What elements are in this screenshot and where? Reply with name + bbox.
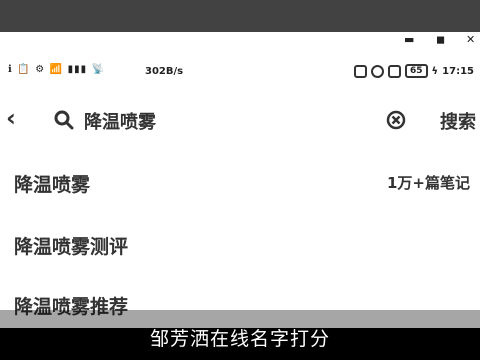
- suggestion-item[interactable]: 降温喷雾: [14, 170, 90, 197]
- alarm-icon: [371, 64, 385, 78]
- status-right: 65 ϟ 17:15: [354, 64, 474, 78]
- back-icon[interactable]: ‹: [6, 106, 16, 130]
- close-icon[interactable]: ✕: [466, 34, 475, 46]
- suggestion-note-count: 1万+篇笔记: [386, 174, 470, 192]
- vibrate-icon: [388, 64, 402, 78]
- window-controls: ▬ ◼ ✕: [0, 32, 480, 50]
- search-button[interactable]: 搜索: [440, 108, 476, 134]
- video-top-bar: [0, 0, 480, 32]
- battery-icon: 65: [405, 64, 428, 78]
- suggestion-item[interactable]: 降温喷雾测评: [14, 232, 128, 259]
- charging-icon: ϟ: [431, 65, 439, 77]
- status-left-icons: ℹ 📋 ⚙ 📶 ▮▮▮ 📡: [8, 64, 106, 75]
- video-subtitle: 邹芳洒在线名字打分: [149, 328, 330, 350]
- maximize-icon[interactable]: ◼: [436, 34, 445, 46]
- clear-icon[interactable]: [386, 110, 406, 130]
- search-bar: ‹ 降温喷雾 搜索: [0, 100, 480, 140]
- status-bar: ℹ 📋 ⚙ 📶 ▮▮▮ 📡 302B/s 65 ϟ 17:15: [0, 58, 480, 86]
- network-speed: 302B/s: [145, 66, 184, 77]
- message-icon: [354, 64, 368, 78]
- search-icon: [54, 110, 74, 130]
- status-time: 17:15: [442, 65, 474, 77]
- minimize-icon[interactable]: ▬: [404, 34, 414, 46]
- search-input[interactable]: 降温喷雾: [84, 108, 156, 134]
